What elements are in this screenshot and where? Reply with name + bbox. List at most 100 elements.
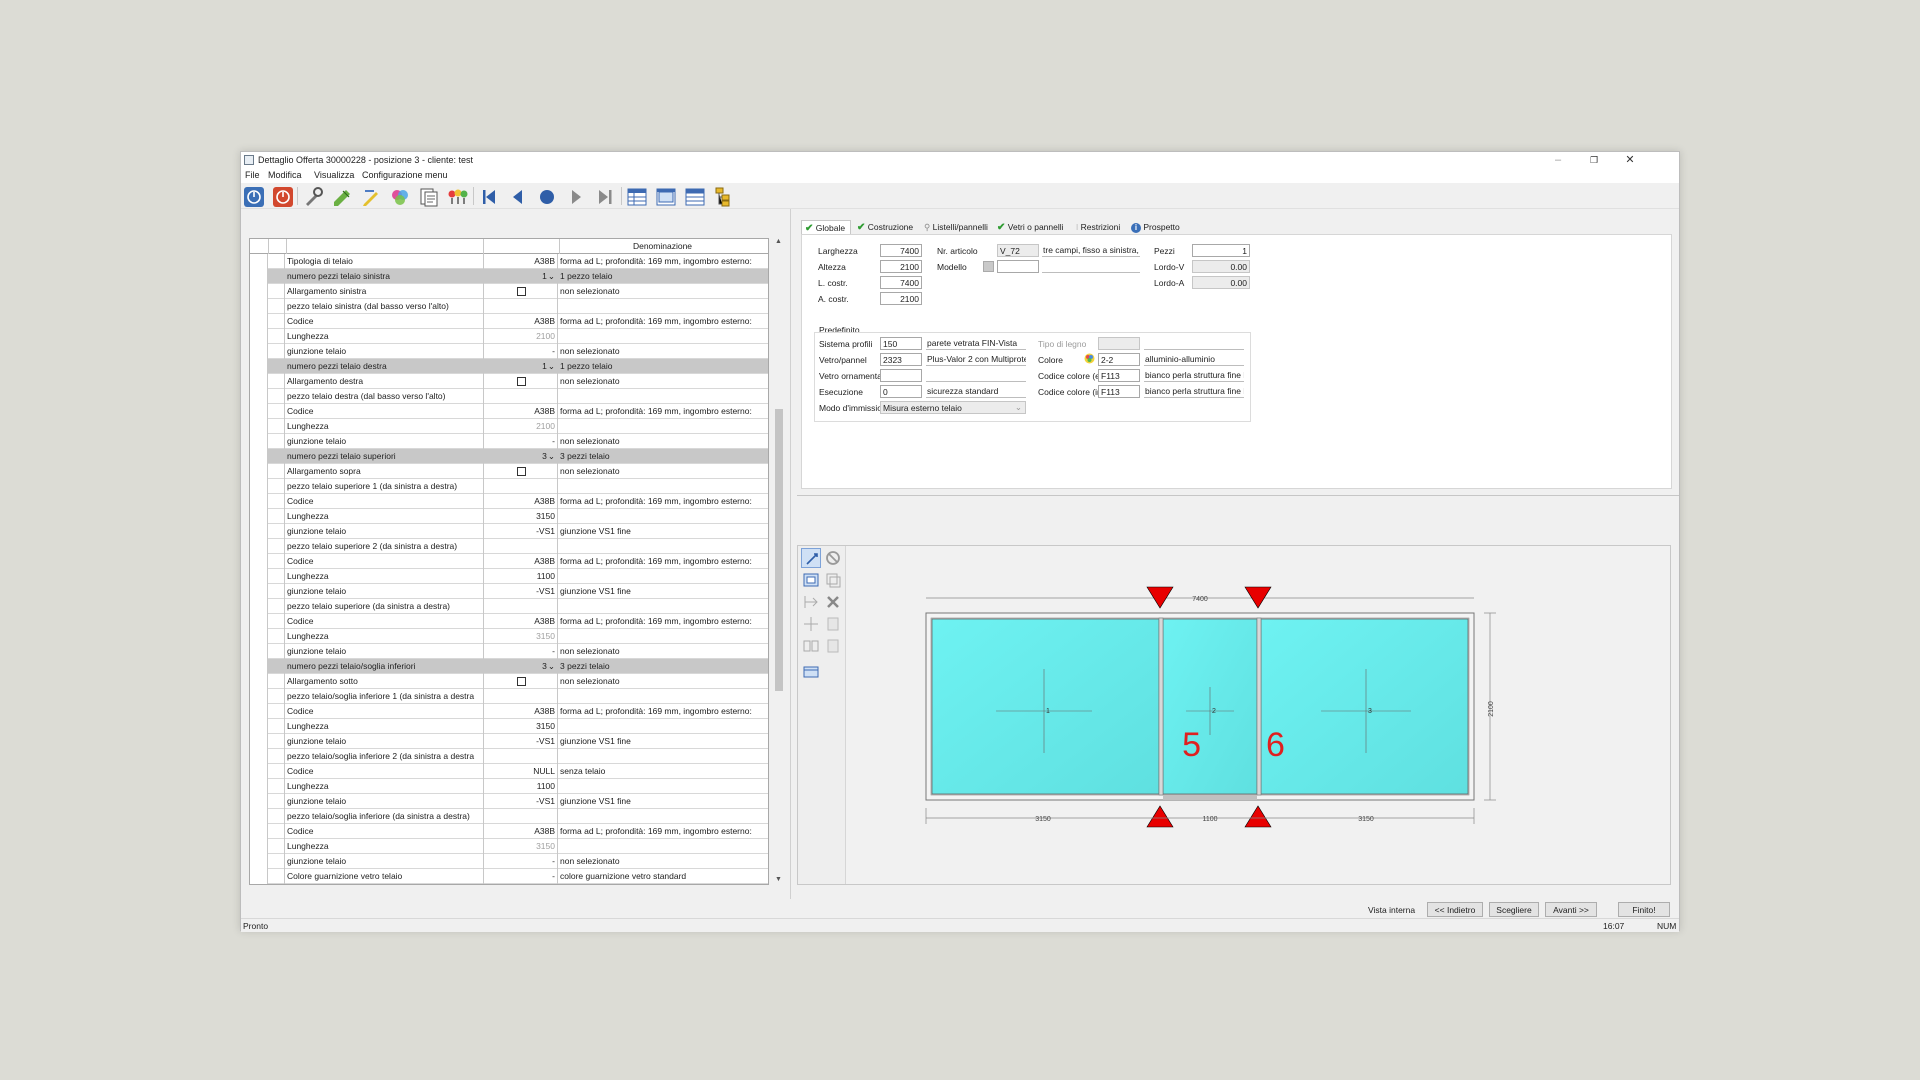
grid-row[interactable]: Colore guarnizione vetro telaio - colore g… <box>250 869 768 884</box>
row-value[interactable]: 3150 <box>483 719 558 734</box>
row-checkbox[interactable] <box>517 377 526 386</box>
tab-globale[interactable]: ✔ Globale <box>801 220 851 234</box>
grid-row[interactable]: pezzo telaio superiore 1 (da sinistra a … <box>250 479 768 494</box>
row-selector[interactable] <box>250 569 268 584</box>
row-selector[interactable] <box>250 809 268 824</box>
row-selector[interactable] <box>250 749 268 764</box>
row-value[interactable]: A38B <box>483 614 558 629</box>
row-value[interactable] <box>483 299 558 314</box>
row-selector[interactable] <box>250 854 268 869</box>
chevron-down-icon[interactable]: ⌄ <box>548 451 555 461</box>
color-palette-icon[interactable] <box>1084 353 1095 364</box>
row-selector[interactable] <box>250 614 268 629</box>
forbidden-icon[interactable] <box>823 548 843 568</box>
pezzi-input[interactable]: 1 <box>1192 244 1250 257</box>
grid-row[interactable]: Codice A38B forma ad L; profondità: 169 mm… <box>250 314 768 329</box>
grid-row[interactable]: pezzo telaio superiore 2 (da sinistra a … <box>250 539 768 554</box>
grid-row[interactable]: numero pezzi telaio superiori 3⌄ 3 pezzi t… <box>250 449 768 464</box>
row-selector[interactable] <box>250 344 268 359</box>
row-value[interactable]: -VS1 <box>483 734 558 749</box>
grid-view-icon[interactable] <box>626 186 648 208</box>
grid-row[interactable]: pezzo telaio/soglia inferiore 2 (da sini… <box>250 749 768 764</box>
row-selector[interactable] <box>250 254 268 269</box>
tab-costruzione[interactable]: ✔ Costruzione <box>857 220 915 234</box>
row-value[interactable]: A38B <box>483 314 558 329</box>
row-value[interactable]: 3150 <box>483 509 558 524</box>
menu-modifica[interactable]: Modifica <box>268 170 302 180</box>
row-selector[interactable] <box>250 389 268 404</box>
row-value[interactable]: - <box>483 869 558 884</box>
row-value[interactable]: A38B <box>483 254 558 269</box>
row-value[interactable]: - <box>483 344 558 359</box>
chevron-down-icon[interactable]: ⌄ <box>548 361 555 371</box>
grid-row[interactable]: giunzione telaio -VS1 giunzione VS1 fine <box>250 584 768 599</box>
row-value[interactable]: 2100 <box>483 419 558 434</box>
row-selector[interactable] <box>250 359 268 374</box>
grid-row[interactable]: Lunghezza 2100 <box>250 329 768 344</box>
ornamentale-input[interactable] <box>880 369 922 382</box>
grid-row[interactable]: giunzione telaio - non selezionato <box>250 644 768 659</box>
chevron-down-icon[interactable]: ⌄ <box>548 661 555 671</box>
tab-listelli[interactable]: ⚲ Listelli/pannelli <box>924 220 988 234</box>
grid-row[interactable]: Lunghezza 3150 <box>250 719 768 734</box>
grid-row[interactable]: giunzione telaio - non selezionato <box>250 344 768 359</box>
row-checkbox[interactable] <box>517 677 526 686</box>
row-selector[interactable] <box>250 434 268 449</box>
grid-row[interactable]: numero pezzi telaio/soglia inferiori 3⌄ 3 … <box>250 659 768 674</box>
row-selector[interactable] <box>250 509 268 524</box>
grid-row[interactable]: Codice NULL senza telaio <box>250 764 768 779</box>
row-selector[interactable] <box>250 644 268 659</box>
modello-input[interactable] <box>997 260 1039 273</box>
grid-row[interactable]: numero pezzi telaio sinistra 1⌄ 1 pezzo te… <box>250 269 768 284</box>
finito-button[interactable]: Finito! <box>1618 902 1670 917</box>
row-value[interactable]: A38B <box>483 494 558 509</box>
row-selector[interactable] <box>250 719 268 734</box>
scroll-thumb[interactable] <box>775 409 783 691</box>
row-value[interactable]: 1100 <box>483 779 558 794</box>
row-selector[interactable] <box>250 554 268 569</box>
grid-row[interactable]: pezzo telaio destra (dal basso verso l'a… <box>250 389 768 404</box>
restore-button[interactable]: ❐ <box>1577 152 1611 169</box>
join-tool-icon[interactable] <box>801 636 821 656</box>
row-selector[interactable] <box>250 419 268 434</box>
grid-scrollbar[interactable]: ▲ ▼ <box>774 238 784 885</box>
row-selector[interactable] <box>250 284 268 299</box>
row-value[interactable]: A38B <box>483 554 558 569</box>
grid-row[interactable]: Lunghezza 1100 <box>250 779 768 794</box>
row-selector[interactable] <box>250 734 268 749</box>
drawing-canvas[interactable]: 7400 1 2 3 5 6 3150 1100 3150 2100 <box>846 546 1670 884</box>
tools-icon[interactable] <box>302 186 324 208</box>
esecuzione-input[interactable]: 0 <box>880 385 922 398</box>
row-value[interactable] <box>483 809 558 824</box>
indietro-button[interactable]: << Indietro <box>1427 902 1483 917</box>
row-value[interactable]: 3⌄ <box>483 449 558 464</box>
row-selector[interactable] <box>250 584 268 599</box>
row-selector[interactable] <box>250 704 268 719</box>
row-selector[interactable] <box>250 764 268 779</box>
delete-tool-icon[interactable] <box>823 592 843 612</box>
row-value[interactable]: A38B <box>483 704 558 719</box>
split-tool-icon[interactable] <box>801 592 821 612</box>
row-selector[interactable] <box>250 629 268 644</box>
row-value[interactable]: 3150 <box>483 839 558 854</box>
first-record-icon[interactable] <box>478 186 500 208</box>
row-value[interactable]: -VS1 <box>483 794 558 809</box>
row-selector[interactable] <box>250 689 268 704</box>
window-tool-icon[interactable] <box>801 662 821 682</box>
grid-row[interactable]: pezzo telaio superiore (da sinistra a de… <box>250 599 768 614</box>
row-selector[interactable] <box>250 374 268 389</box>
row-value[interactable] <box>483 389 558 404</box>
grid-row[interactable]: Allargamento sinistra non selezionato <box>250 284 768 299</box>
grid-row[interactable]: Codice A38B forma ad L; profondità: 169 mm… <box>250 614 768 629</box>
document-icon[interactable] <box>418 186 440 208</box>
row-selector[interactable] <box>250 524 268 539</box>
grid-row[interactable]: pezzo telaio/soglia inferiore 1 (da sini… <box>250 689 768 704</box>
grid-row[interactable]: Codice A38B forma ad L; profondità: 169 mm… <box>250 824 768 839</box>
last-record-icon[interactable] <box>594 186 616 208</box>
modo-select[interactable]: Misura esterno telaio ⌄ <box>880 401 1026 414</box>
power-off-icon[interactable] <box>272 186 294 208</box>
grid-row[interactable]: numero pezzi telaio destra 1⌄ 1 pezzo tela… <box>250 359 768 374</box>
table-view-icon[interactable] <box>655 186 677 208</box>
row-value[interactable]: 1⌄ <box>483 269 558 284</box>
row-value[interactable]: A38B <box>483 824 558 839</box>
